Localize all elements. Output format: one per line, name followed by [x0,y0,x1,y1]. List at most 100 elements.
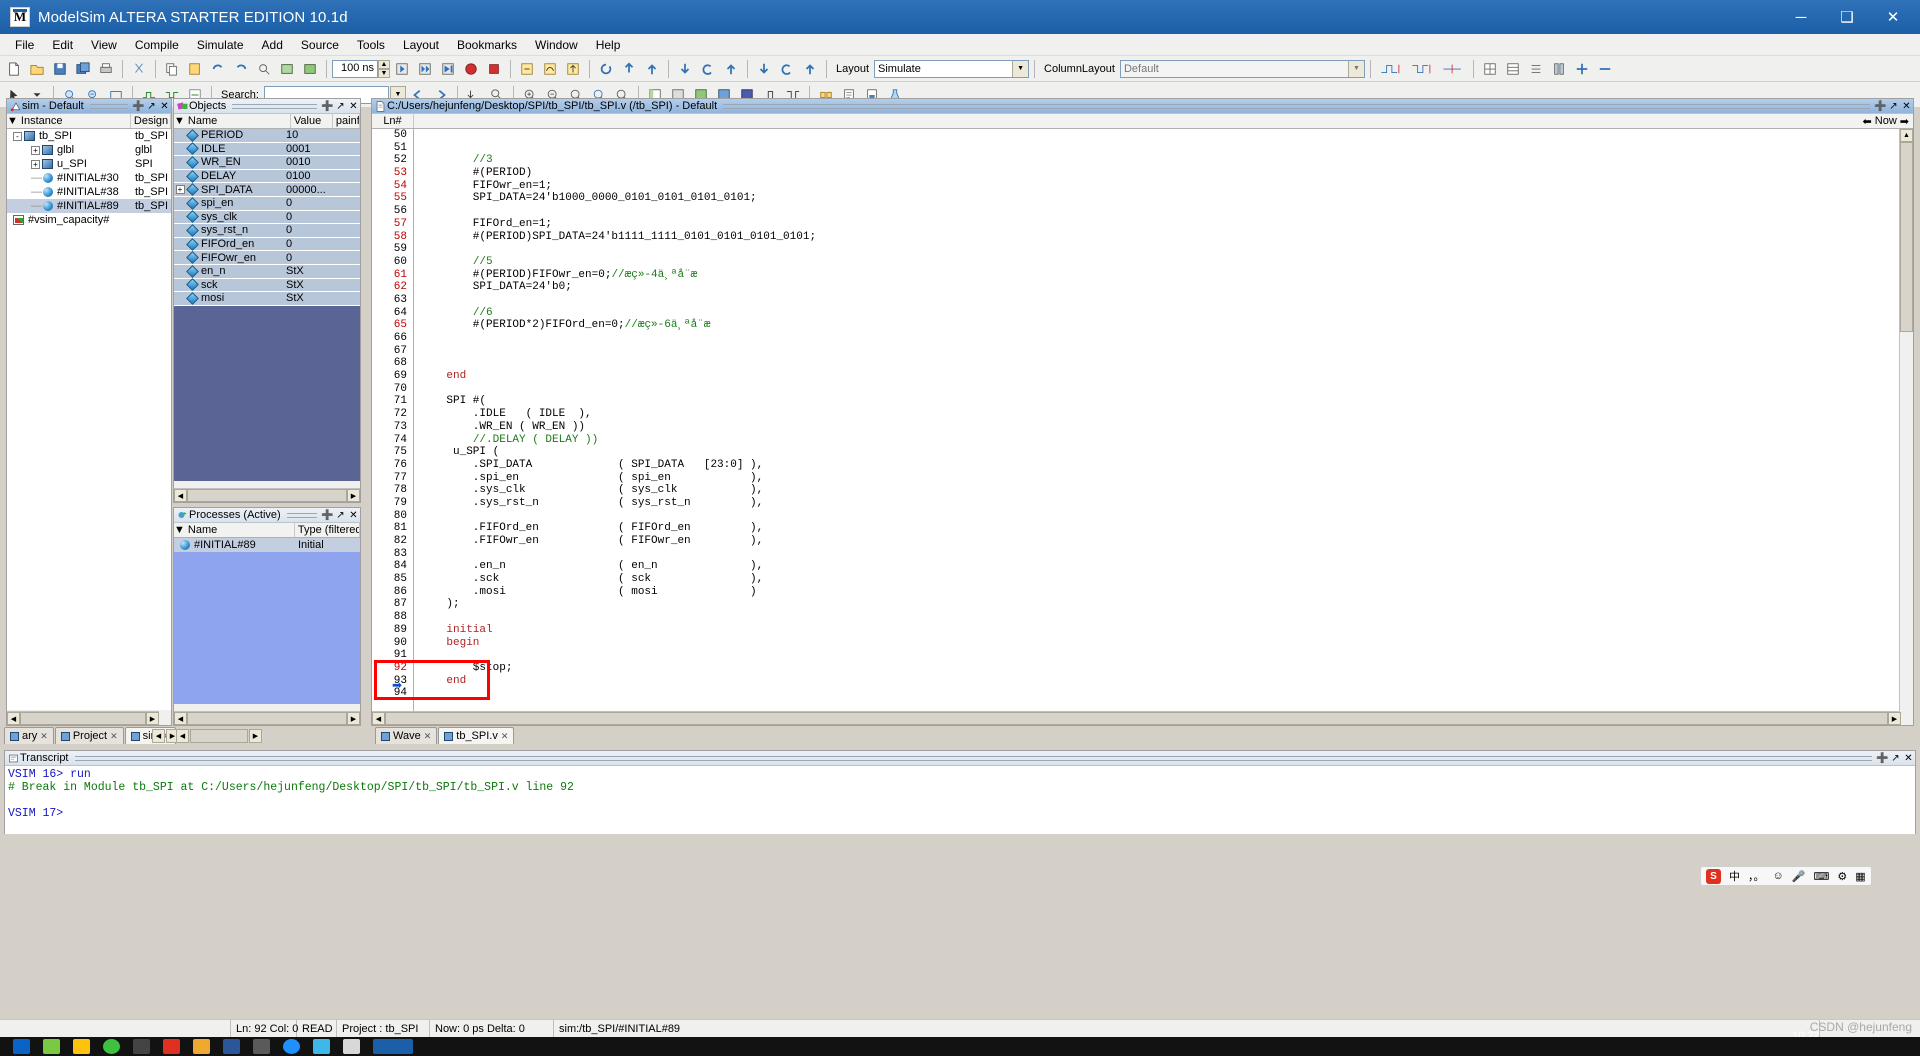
source-code-line[interactable]: ); [420,598,1901,611]
menu-item-compile[interactable]: Compile [126,36,188,54]
sim-tree-row[interactable]: #vsim_capacity# [7,213,171,227]
source-code-line[interactable] [420,649,1901,662]
source-code-line[interactable]: .IDLE ( IDLE ), [420,408,1901,421]
source-code-line[interactable]: //5 [420,256,1901,269]
source-line-number[interactable]: 58 [372,231,413,244]
source-panel-close-icon[interactable]: ✕ [1900,100,1913,113]
step-out-icon[interactable] [562,58,584,80]
objects-column-value[interactable]: Value [291,114,333,128]
tab-close-icon[interactable]: ✕ [424,731,432,742]
source-line-number[interactable]: 53 [372,167,413,180]
source-code-line[interactable]: begin [420,637,1901,650]
sim-tree-row[interactable]: — #INITIAL#30 tb_SPI [7,171,171,185]
sim-panel-undock-icon[interactable]: ↗ [145,100,158,113]
objects-column-painfo[interactable]: painfo [333,114,360,128]
source-code-line[interactable]: #(PERIOD)FIFOwr_en=0;//æç»-4ä¸ªå¨æ [420,269,1901,282]
layout-combo[interactable]: Simulate ▼ [874,59,1030,78]
source-line-number[interactable]: 55 [372,192,413,205]
source-line-number[interactable]: 87 [372,598,413,611]
source-code-line[interactable]: #(PERIOD*2)FIFOrd_en=0;//æç»-6ä¸ªå¨æ [420,319,1901,332]
source-code-line[interactable] [420,345,1901,358]
tab-close-icon[interactable]: ✕ [40,731,48,742]
source-line-number[interactable]: 65 [372,319,413,332]
source-line-number[interactable]: 89 [372,624,413,637]
source-line-number[interactable]: 57 [372,218,413,231]
source-code-line[interactable]: //3 [420,154,1901,167]
source-line-number[interactable]: 63 [372,294,413,307]
processes-panel-undock-icon[interactable]: ↗ [334,509,347,522]
processes-panel-grip[interactable] [286,512,317,518]
source-panel-dock-icon[interactable]: ➕ [1874,100,1887,113]
columnlayout-combo[interactable]: Default ▼ [1119,59,1365,78]
processes-panel-dock-icon[interactable]: ➕ [321,509,334,522]
source-line-number[interactable]: 73 [372,421,413,434]
source-code-line[interactable]: .sck ( sck ), [420,573,1901,586]
sim-tree-row[interactable]: — #INITIAL#38 tb_SPI [7,185,171,199]
source-line-number[interactable]: 77 [372,472,413,485]
sim-tree-row[interactable]: + glbl glbl [7,143,171,157]
run-length-input[interactable]: 100 ns [332,59,378,78]
menu-item-layout[interactable]: Layout [394,36,448,54]
grid-view-icon[interactable] [1479,58,1501,80]
source-line-number[interactable]: 69 [372,370,413,383]
object-row[interactable]: mosi StX [174,292,360,306]
source-code-line[interactable]: .en_n ( en_n ), [420,560,1901,573]
source-line-number[interactable]: 72 [372,408,413,421]
run-continue-icon[interactable] [414,58,436,80]
tree-expander-collapse-icon[interactable]: - [13,131,22,141]
object-row[interactable]: sck StX [174,278,360,293]
source-nav-next-icon[interactable]: ➡ [1900,115,1909,128]
source-code-line[interactable]: u_SPI ( [420,446,1901,459]
menu-item-simulate[interactable]: Simulate [188,36,253,54]
source-hscrollbar[interactable]: ◀ ▶ [372,711,1901,725]
list-icon[interactable] [1525,58,1547,80]
taskbar-modelsim-active-icon[interactable] [373,1039,413,1054]
grid-icon[interactable]: ▦ [1855,870,1865,883]
transcript-dock-icon[interactable]: ➕ [1876,752,1889,765]
source-line-number[interactable]: 62 [372,281,413,294]
menu-item-bookmarks[interactable]: Bookmarks [448,36,526,54]
taskbar-app1-icon[interactable] [43,1039,60,1054]
close-button[interactable]: ✕ [1870,0,1916,34]
sim-panel-dock-icon[interactable]: ➕ [132,100,145,113]
tab-ary[interactable]: ary ✕ [4,727,54,744]
taskbar-app5-icon[interactable] [253,1039,270,1054]
processes-column-type[interactable]: Type (filtered) [295,523,360,537]
source-code-line[interactable]: #(PERIOD)SPI_DATA=24'b1111_1111_0101_010… [420,231,1901,244]
taskbar-app4-icon[interactable] [163,1039,180,1054]
object-expander-icon[interactable]: + [175,185,185,195]
taskbar-folder-icon[interactable] [193,1039,210,1054]
paste-icon[interactable] [184,58,206,80]
processes-panel-close-icon[interactable]: ✕ [347,509,360,522]
source-code-line[interactable] [420,129,1901,142]
source-line-number[interactable]: 82 [372,535,413,548]
compile-all-icon[interactable] [299,58,321,80]
column-icon[interactable] [1548,58,1570,80]
source-line-number[interactable]: 52 [372,154,413,167]
tree-expander-expand-icon[interactable]: + [31,159,40,169]
tab-close-icon[interactable]: ✕ [110,731,118,742]
objects-panel-grip[interactable] [232,103,317,109]
process-row[interactable]: #INITIAL#89 Initial [174,538,360,552]
menu-item-add[interactable]: Add [253,36,292,54]
source-code-line[interactable]: //6 [420,307,1901,320]
transcript-output[interactable]: VSIM 16> run # Break in Module tb_SPI at … [5,766,1915,834]
source-code-line[interactable]: SPI_DATA=24'b1000_0000_0101_0101_0101_01… [420,192,1901,205]
source-panel-undock-icon[interactable]: ↗ [1887,100,1900,113]
source-code-line[interactable]: FIFOwr_en=1; [420,180,1901,193]
keyboard-icon[interactable]: ⌨ [1813,870,1829,883]
source-code-line[interactable]: .sys_clk ( sys_clk ), [420,484,1901,497]
source-line-number[interactable]: 90 [372,637,413,650]
source-line-number[interactable]: 74 [372,434,413,447]
source-code-line[interactable] [420,357,1901,370]
source-line-number[interactable]: 86 [372,586,413,599]
sim-panel-grip[interactable] [89,103,128,109]
source-line-number[interactable]: 66 [372,332,413,345]
step-icon[interactable] [516,58,538,80]
source-code-line[interactable] [420,548,1901,561]
source-code-line[interactable] [420,142,1901,155]
object-row[interactable]: PERIOD 10 [174,129,360,143]
source-code-line[interactable]: initial [420,624,1901,637]
maximize-button[interactable]: ❑ [1824,0,1870,34]
undo-icon[interactable] [207,58,229,80]
